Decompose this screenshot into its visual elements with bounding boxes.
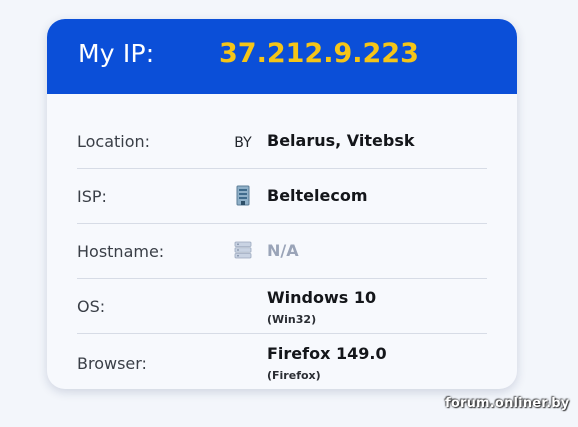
isp-label: ISP: bbox=[77, 187, 107, 206]
browser-value: Firefox 149.0 bbox=[267, 344, 387, 363]
row-hostname: Hostname: N/A bbox=[77, 224, 487, 279]
os-label: OS: bbox=[77, 297, 106, 316]
row-location: Location: BY Belarus, Vitebsk bbox=[77, 114, 487, 169]
location-label: Location: bbox=[77, 132, 151, 151]
building-icon bbox=[232, 185, 254, 210]
server-icon bbox=[232, 241, 254, 263]
row-browser: Browser: Firefox 149.0 (Firefox) bbox=[77, 334, 487, 388]
watermark: forum.onliner.by bbox=[445, 396, 570, 411]
ip-address[interactable]: 37.212.9.223 bbox=[219, 38, 419, 69]
hostname-value: N/A bbox=[267, 241, 299, 260]
my-ip-label: My IP: bbox=[78, 39, 155, 68]
isp-value: Beltelecom bbox=[267, 186, 368, 205]
hostname-label: Hostname: bbox=[77, 242, 165, 261]
country-code: BY bbox=[234, 135, 252, 151]
os-value: Windows 10 bbox=[267, 288, 377, 307]
os-sub: (Win32) bbox=[267, 313, 317, 326]
ip-header: My IP: 37.212.9.223 bbox=[47, 19, 517, 94]
ip-info-card: My IP: 37.212.9.223 Location: BY Belarus… bbox=[47, 19, 517, 389]
location-value: Belarus, Vitebsk bbox=[267, 131, 415, 150]
browser-sub: (Firefox) bbox=[267, 369, 321, 382]
row-isp: ISP: Beltelecom bbox=[77, 169, 487, 224]
browser-label: Browser: bbox=[77, 354, 147, 373]
row-os: OS: Windows 10 (Win32) bbox=[77, 279, 487, 334]
